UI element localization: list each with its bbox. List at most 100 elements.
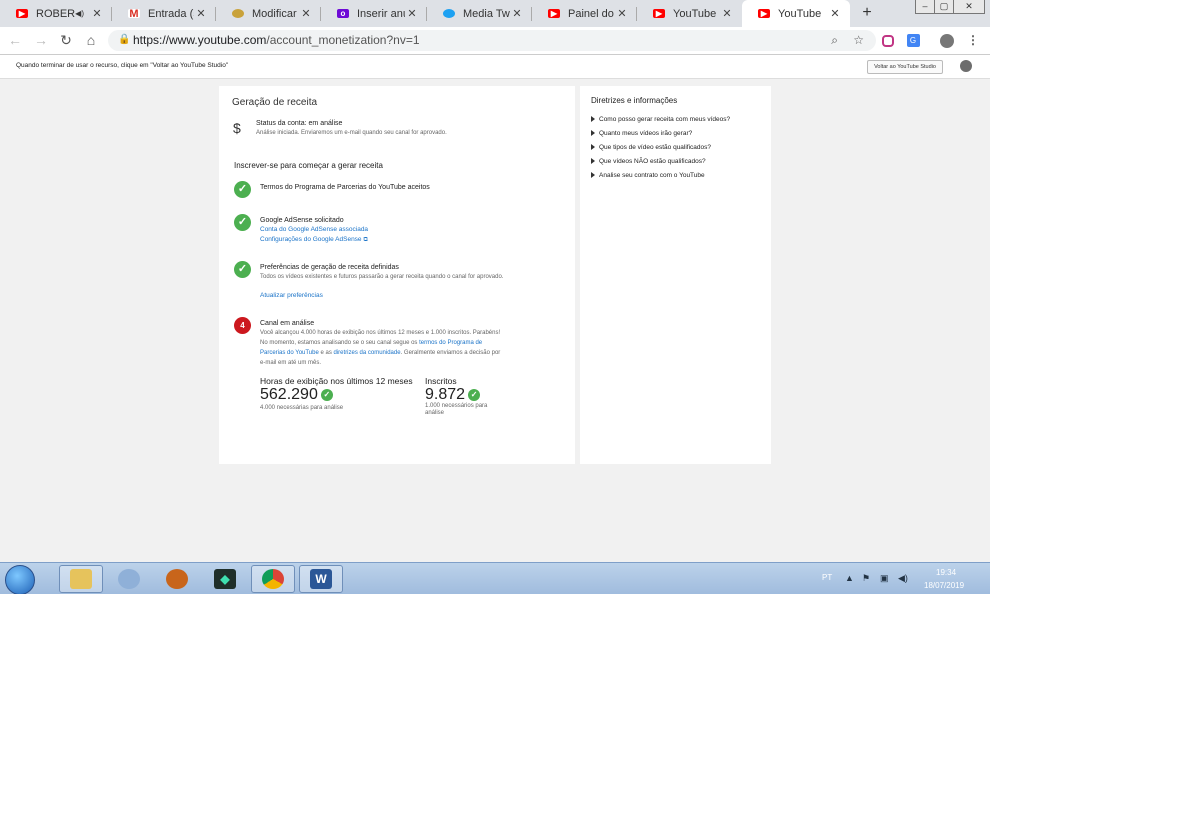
check-icon: ✓ bbox=[320, 388, 333, 401]
update-prefs-link[interactable]: Atualizar preferências bbox=[260, 292, 323, 299]
check-icon: ✓ bbox=[234, 261, 251, 278]
new-tab-button[interactable]: + bbox=[858, 3, 876, 23]
chrome-app[interactable] bbox=[251, 565, 295, 593]
volume-icon[interactable]: ◀) bbox=[898, 573, 908, 584]
guideline-link[interactable]: Que tipos de vídeo estão qualificados? bbox=[591, 144, 711, 151]
avatar[interactable] bbox=[960, 60, 972, 72]
word-icon: W bbox=[310, 569, 332, 589]
notice-text: Quando terminar de usar o recurso, cliqu… bbox=[16, 62, 229, 69]
address-bar[interactable]: 🔒 https://www.youtube.com/account_moneti… bbox=[108, 30, 876, 51]
tab-strip: ▶ ROBERT ◀) ✕ M Entrada (5.62 ✕ Modifica… bbox=[0, 0, 990, 27]
close-window-button[interactable]: ✕ bbox=[953, 0, 985, 14]
browser-tab[interactable]: Media Tweets ✕ bbox=[427, 0, 532, 27]
flag-icon[interactable]: ⚑ bbox=[862, 573, 870, 584]
browser-tab[interactable]: Modificar pu ✕ bbox=[216, 0, 321, 27]
language-indicator[interactable]: PT bbox=[822, 573, 832, 582]
browser-tab[interactable]: ▶ ROBERT ◀) ✕ bbox=[0, 0, 112, 27]
step-number-badge: 4 bbox=[234, 317, 251, 334]
dollar-icon: $ bbox=[233, 120, 241, 136]
url-text[interactable]: https://www.youtube.com/account_monetiza… bbox=[133, 33, 420, 47]
step-review-desc: Você alcançou 4.000 horas de exibição no… bbox=[260, 330, 501, 366]
menu-icon[interactable]: ⋮ bbox=[964, 31, 982, 49]
translate-icon[interactable]: G bbox=[904, 31, 922, 49]
star-icon[interactable]: ☆ bbox=[853, 33, 864, 47]
glove-icon bbox=[166, 569, 188, 589]
instagram-icon[interactable] bbox=[879, 31, 897, 49]
triangle-icon bbox=[591, 130, 595, 137]
youtube-icon: ▶ bbox=[653, 9, 665, 18]
maximize-button[interactable]: ▢ bbox=[934, 0, 954, 14]
chrome-icon bbox=[262, 569, 284, 589]
subscribers-label: Inscritos bbox=[425, 376, 457, 386]
start-button[interactable] bbox=[5, 565, 35, 594]
youtube-icon: ▶ bbox=[548, 9, 560, 18]
close-icon[interactable]: ✕ bbox=[615, 7, 629, 20]
speaker-icon[interactable]: ◀) bbox=[75, 9, 84, 18]
browser-tab[interactable]: M Entrada (5.62 ✕ bbox=[112, 0, 216, 27]
guideline-link[interactable]: Quanto meus vídeos irão gerar? bbox=[591, 130, 692, 137]
screen: ▶ ROBERT ◀) ✕ M Entrada (5.62 ✕ Modifica… bbox=[0, 0, 990, 594]
check-icon: ✓ bbox=[234, 181, 251, 198]
guidelines-card: Diretrizes e informações Como posso gera… bbox=[580, 86, 771, 464]
guideline-link[interactable]: Analise seu contrato com o YouTube bbox=[591, 172, 705, 179]
watch-hours-value-wrap: 562.290 ✓ bbox=[260, 386, 333, 404]
step-prefs-desc: Todos os vídeos existentes e futuros pas… bbox=[260, 274, 504, 280]
page-title: Geração de receita bbox=[232, 97, 318, 108]
close-icon[interactable]: ✕ bbox=[90, 7, 104, 20]
filmora-icon: ◆ bbox=[214, 569, 236, 589]
studio-notice-bar: Quando terminar de usar o recurso, cliqu… bbox=[0, 55, 990, 79]
browser-tab[interactable]: ▶ YouTube ✕ bbox=[637, 0, 742, 27]
clock-time[interactable]: 19:34 bbox=[936, 568, 956, 577]
guideline-link[interactable]: Como posso gerar receita com meus vídeos… bbox=[591, 116, 730, 123]
browser-toolbar: ← → ↻ ⌂ 🔒 https://www.youtube.com/accoun… bbox=[0, 27, 990, 55]
browser-tab[interactable]: ▶ Painel do can ✕ bbox=[532, 0, 637, 27]
tray-expand-icon[interactable]: ▲ bbox=[845, 573, 854, 583]
word-app[interactable]: W bbox=[299, 565, 343, 593]
guideline-link[interactable]: Que vídeos NÃO estão qualificados? bbox=[591, 158, 706, 165]
subscribers-req: 1.000 necessários para análise bbox=[425, 403, 488, 416]
back-icon[interactable]: ← bbox=[6, 31, 24, 49]
external-link-icon: ⧉ bbox=[363, 237, 368, 243]
browser-tab-active[interactable]: ▶ YouTube ✕ bbox=[742, 0, 850, 27]
pie-icon bbox=[232, 9, 244, 18]
subscribers-value-wrap: 9.872 ✓ bbox=[425, 386, 481, 404]
account-status: Status da conta: em análise bbox=[256, 120, 343, 127]
close-icon[interactable]: ✕ bbox=[299, 7, 313, 20]
close-icon[interactable]: ✕ bbox=[720, 7, 734, 20]
minimize-button[interactable]: – bbox=[915, 0, 935, 14]
triangle-icon bbox=[591, 144, 595, 151]
close-icon[interactable]: ✕ bbox=[510, 7, 524, 20]
community-guidelines-link[interactable]: diretrizes da comunidade bbox=[334, 350, 401, 356]
back-to-studio-button[interactable]: Voltar ao YouTube Studio bbox=[867, 60, 943, 74]
home-icon[interactable]: ⌂ bbox=[82, 31, 100, 49]
close-icon[interactable]: ✕ bbox=[194, 7, 208, 20]
network-icon[interactable]: ▣ bbox=[880, 573, 889, 584]
guidelines-title: Diretrizes e informações bbox=[591, 96, 678, 105]
windows-taskbar: ◆ W PT ▲ ⚑ ▣ ◀) 19:34 18/07/2019 bbox=[0, 562, 990, 594]
browser-tab[interactable]: o Inserir anúnc ✕ bbox=[321, 0, 427, 27]
adsense-account-link[interactable]: Conta do Google AdSense associada bbox=[260, 226, 368, 233]
reload-icon[interactable]: ↻ bbox=[57, 31, 75, 49]
explorer-app[interactable] bbox=[59, 565, 103, 593]
signup-heading: Inscrever-se para começar a gerar receit… bbox=[234, 161, 383, 170]
check-icon: ✓ bbox=[234, 214, 251, 231]
olx-icon: o bbox=[337, 9, 349, 18]
close-icon[interactable]: ✕ bbox=[828, 7, 842, 20]
youtube-icon: ▶ bbox=[758, 9, 770, 18]
triangle-icon bbox=[591, 158, 595, 165]
photo-app[interactable] bbox=[155, 565, 199, 593]
watch-hours-value: 562.290 bbox=[260, 386, 318, 403]
close-icon[interactable]: ✕ bbox=[405, 7, 419, 20]
filmora-app[interactable]: ◆ bbox=[203, 565, 247, 593]
adsense-settings-link[interactable]: Configurações do Google AdSense ⧉ bbox=[260, 236, 368, 244]
step-terms: Termos do Programa de Parcerias do YouTu… bbox=[260, 184, 430, 191]
clock-date[interactable]: 18/07/2019 bbox=[924, 581, 964, 590]
zoom-icon[interactable]: ⌕ bbox=[831, 33, 838, 48]
profile-avatar[interactable] bbox=[938, 31, 956, 49]
paint-app[interactable] bbox=[107, 565, 151, 593]
forward-icon[interactable]: → bbox=[32, 31, 50, 49]
subscribers-value: 9.872 bbox=[425, 386, 466, 403]
step-adsense-title: Google AdSense solicitado bbox=[260, 217, 344, 224]
watch-hours-label: Horas de exibição nos últimos 12 meses bbox=[260, 376, 413, 386]
triangle-icon bbox=[591, 172, 595, 179]
